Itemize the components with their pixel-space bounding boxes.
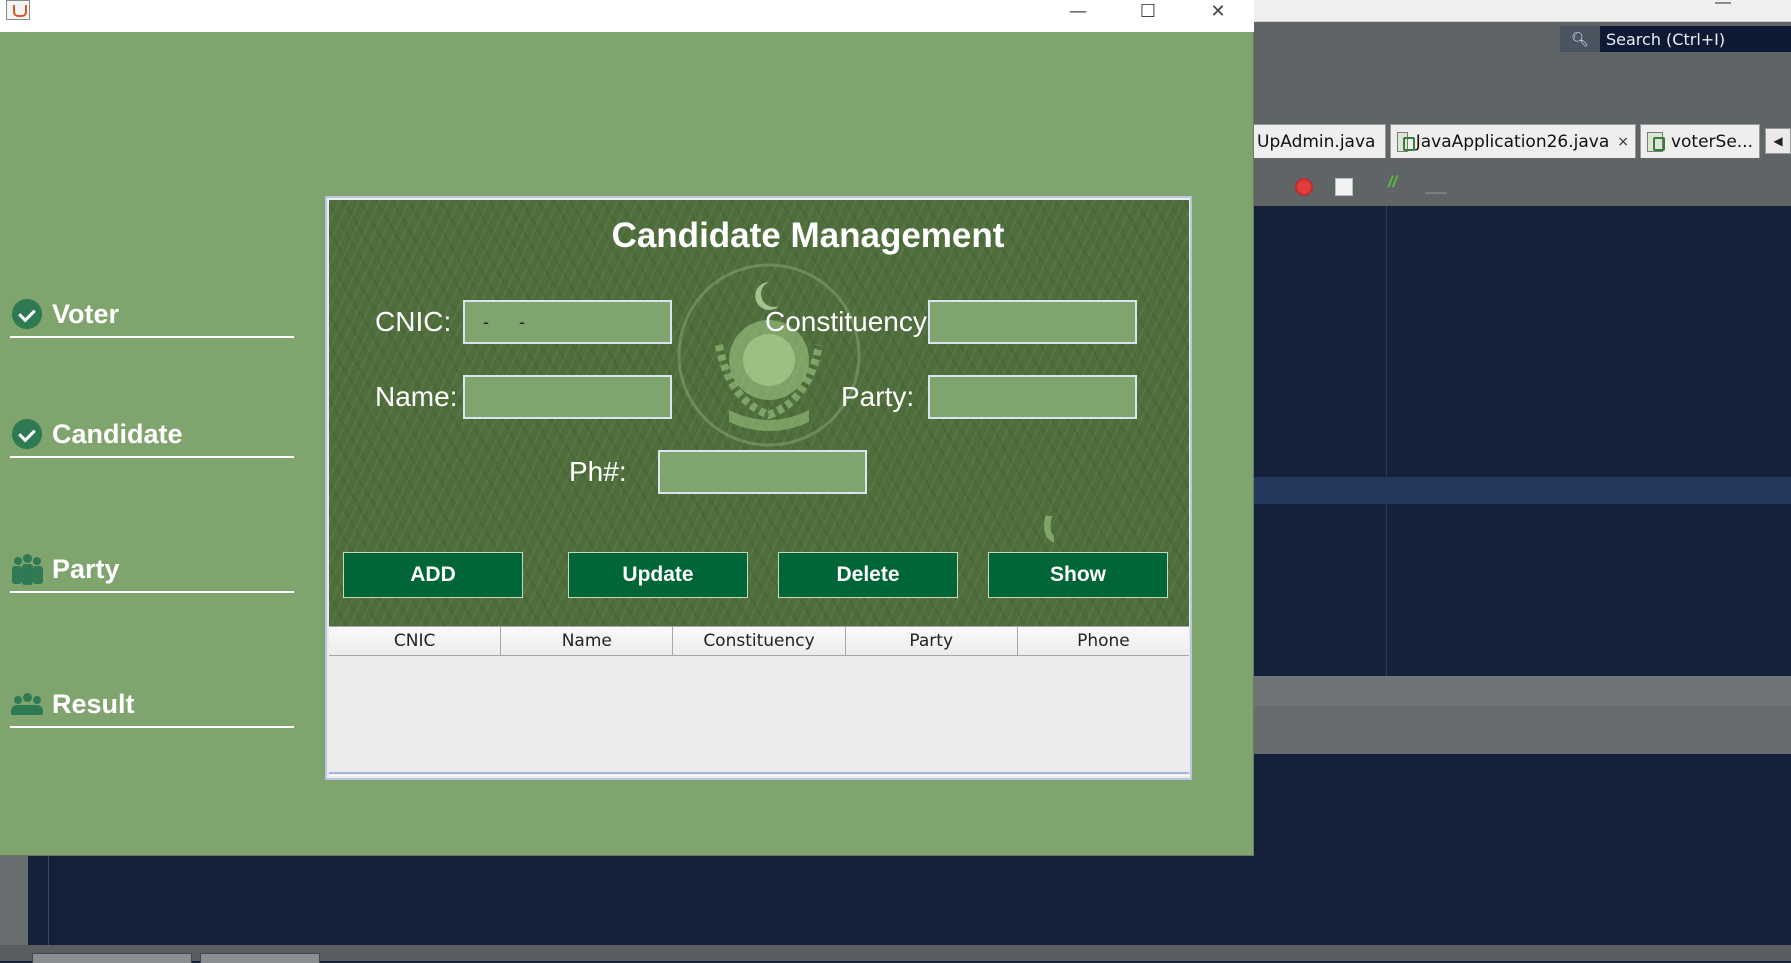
constituency-label: Constituency: (765, 306, 935, 337)
sidebar-item-label: Party (52, 553, 120, 584)
column-header-phone[interactable]: Phone (1017, 626, 1190, 655)
editor-margin-guide (1386, 206, 1387, 676)
uncomment-icon[interactable] (1425, 180, 1447, 194)
people-icon (10, 552, 44, 586)
ide-side-strip (0, 854, 28, 950)
ide-output-header (1250, 676, 1791, 706)
column-header-cnic[interactable]: CNIC (329, 626, 502, 655)
page-title: Candidate Management (611, 216, 1005, 255)
java-file-icon (1397, 131, 1415, 152)
sidebar-item-voter[interactable]: Voter (10, 292, 294, 338)
column-header-party[interactable]: Party (845, 626, 1018, 655)
ide-search-box[interactable]: 🔍︎ Search (Ctrl+I) (1560, 26, 1791, 52)
cnic-input[interactable] (463, 300, 672, 344)
constituency-input[interactable] (928, 300, 1137, 344)
panel-background: الیکشن کمیشن آف پاکستان Candidate Manage… (329, 200, 1189, 626)
ide-code-editor[interactable] (1250, 206, 1791, 676)
close-button[interactable]: ✕ (1198, 0, 1238, 22)
ide-gutter-line (48, 854, 49, 950)
show-button[interactable]: Show (988, 552, 1168, 598)
column-header-name[interactable]: Name (501, 626, 674, 655)
editor-current-line (1250, 477, 1791, 504)
add-button[interactable]: ADD (343, 552, 523, 598)
minimize-button[interactable]: — (1058, 0, 1098, 22)
record-macro-icon[interactable] (1295, 178, 1313, 196)
phone-label: Ph#: (569, 456, 627, 487)
group-icon (10, 687, 44, 721)
election-commission-emblem-icon (677, 263, 861, 447)
comment-icon[interactable]: // (1388, 174, 1397, 192)
app-window: — ☐ ✕ Voter Candidate Party Result Candi… (0, 0, 1254, 856)
sidebar-item-label: Result (52, 688, 135, 719)
sidebar-item-candidate[interactable]: Candidate (10, 412, 294, 458)
name-input[interactable] (463, 375, 672, 419)
sidebar-item-label: Voter (52, 298, 120, 329)
java-app-icon (6, 0, 30, 20)
name-label: Name: (375, 381, 458, 412)
party-input[interactable] (928, 375, 1137, 419)
taskbar-item[interactable] (32, 953, 192, 963)
update-button[interactable]: Update (568, 552, 748, 598)
ide-editor-toolbar (1250, 162, 1791, 206)
sidebar-item-result[interactable]: Result (10, 682, 294, 728)
window-title-bar: — ☐ ✕ (0, 0, 1254, 32)
close-icon[interactable]: × (1617, 134, 1629, 150)
ide-search-input[interactable]: Search (Ctrl+I) (1600, 30, 1725, 49)
ide-output-panel (1250, 706, 1791, 754)
close-icon[interactable]: × (1383, 134, 1385, 150)
ide-minimize-button[interactable]: — (1715, 0, 1731, 12)
cnic-label: CNIC: (375, 306, 452, 337)
editor-tab-javaapplication26[interactable]: JavaApplication26.java × (1390, 124, 1636, 158)
stop-macro-icon[interactable] (1335, 178, 1353, 196)
tab-scroll-left-button[interactable]: ◀ (1765, 128, 1791, 154)
search-icon[interactable]: 🔍︎ (1560, 26, 1600, 52)
candidate-table-header: CNIC Name Constituency Party Phone (329, 626, 1190, 656)
candidate-table-body[interactable] (329, 656, 1189, 772)
java-file-icon (1647, 131, 1665, 152)
svg-text:الیکشن کمیشن آف پاکستان: الیکشن کمیشن آف پاکستان (1039, 465, 1054, 545)
candidate-panel: الیکشن کمیشن آف پاکستان Candidate Manage… (325, 196, 1192, 780)
column-header-constituency[interactable]: Constituency (673, 626, 846, 655)
editor-tab-label: voterSe... (1670, 131, 1753, 152)
check-badge-icon (10, 417, 44, 451)
editor-tab-label: UpAdmin.java (1257, 131, 1376, 152)
delete-button[interactable]: Delete (778, 552, 958, 598)
sidebar-item-label: Candidate (52, 418, 183, 449)
taskbar-item[interactable] (200, 953, 320, 963)
editor-tab-voterse[interactable]: voterSe... (1640, 124, 1760, 158)
editor-tab-upadmin[interactable]: UpAdmin.java × (1250, 124, 1386, 158)
table-scroll-border (329, 772, 1189, 776)
editor-tab-label: JavaApplication26.java (1415, 131, 1610, 152)
sidebar-item-party[interactable]: Party (10, 547, 294, 593)
party-label: Party: (841, 381, 915, 412)
phone-input[interactable] (658, 450, 867, 494)
check-badge-icon (10, 297, 44, 331)
maximize-button[interactable]: ☐ (1128, 0, 1168, 22)
